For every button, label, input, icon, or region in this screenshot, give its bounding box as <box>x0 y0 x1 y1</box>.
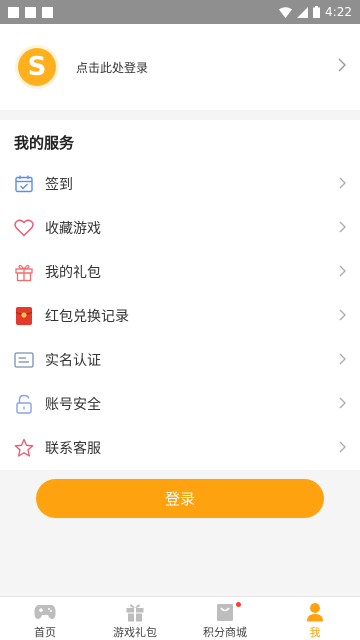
gift-icon <box>124 601 146 623</box>
tab-me[interactable]: 我 <box>270 597 360 640</box>
chevron-right-icon <box>339 353 346 365</box>
service-item-label: 我的礼包 <box>45 265 101 281</box>
wifi-icon <box>279 6 293 18</box>
chevron-right-icon <box>338 58 346 72</box>
notification-icon <box>8 6 19 18</box>
signal-icon <box>297 6 309 18</box>
status-time: 4:22 <box>325 5 352 19</box>
tab-points-mall[interactable]: 积分商城 <box>180 597 270 640</box>
chevron-right-icon <box>339 221 346 233</box>
service-item-label: 实名认证 <box>45 353 101 369</box>
battery-icon <box>313 6 321 18</box>
tab-label: 我 <box>309 626 321 639</box>
service-item-label: 账号安全 <box>45 397 101 413</box>
tab-label: 游戏礼包 <box>113 626 157 639</box>
login-hint[interactable]: 点击此处登录 <box>76 59 148 76</box>
chevron-right-icon <box>339 397 346 409</box>
tab-label: 积分商城 <box>203 626 247 639</box>
login-button[interactable]: 登录 <box>36 479 324 518</box>
service-item-my-gifts[interactable]: 我的礼包 <box>0 250 360 294</box>
service-item-label: 红包兑换记录 <box>45 309 129 325</box>
my-services-section: 我的服务 签到 收藏游戏 我的礼包 红包兑换记录 实名认证 账号安全 联系客服 <box>0 120 360 470</box>
service-item-label: 联系客服 <box>45 441 101 457</box>
service-item-checkin[interactable]: 签到 <box>0 162 360 206</box>
service-item-real-name-verification[interactable]: 实名认证 <box>0 338 360 382</box>
bottom-tab-bar: 首页 游戏礼包 积分商城 我 <box>0 596 360 640</box>
notification-dot <box>236 602 241 607</box>
service-item-favorite-games[interactable]: 收藏游戏 <box>0 206 360 250</box>
lock-icon <box>13 393 35 415</box>
chevron-right-icon <box>339 265 346 277</box>
notification-icon <box>25 6 36 18</box>
avatar-letter: S <box>27 52 47 82</box>
tab-home[interactable]: 首页 <box>0 597 90 640</box>
section-title: 我的服务 <box>14 134 75 152</box>
chevron-right-icon <box>339 309 346 321</box>
tab-game-gifts[interactable]: 游戏礼包 <box>90 597 180 640</box>
calendar-check-icon <box>13 173 35 195</box>
chevron-right-icon <box>339 177 346 189</box>
tab-label: 首页 <box>34 626 56 639</box>
service-item-label: 收藏游戏 <box>45 221 101 237</box>
profile-login-row[interactable]: S 点击此处登录 <box>0 24 360 110</box>
service-item-account-security[interactable]: 账号安全 <box>0 382 360 426</box>
red-envelope-icon <box>13 305 35 327</box>
id-card-icon <box>13 349 35 371</box>
service-item-contact-support[interactable]: 联系客服 <box>0 426 360 470</box>
chevron-right-icon <box>339 441 346 453</box>
person-icon <box>304 601 326 623</box>
avatar[interactable]: S <box>18 48 56 86</box>
status-bar: 4:22 <box>0 0 360 24</box>
shopping-bag-icon <box>214 601 236 623</box>
service-item-label: 签到 <box>45 177 73 193</box>
service-item-red-envelope-records[interactable]: 红包兑换记录 <box>0 294 360 338</box>
gamepad-icon <box>34 601 56 623</box>
gift-icon <box>13 261 35 283</box>
star-icon <box>13 437 35 459</box>
heart-icon <box>13 217 35 239</box>
notification-icon <box>42 6 53 18</box>
